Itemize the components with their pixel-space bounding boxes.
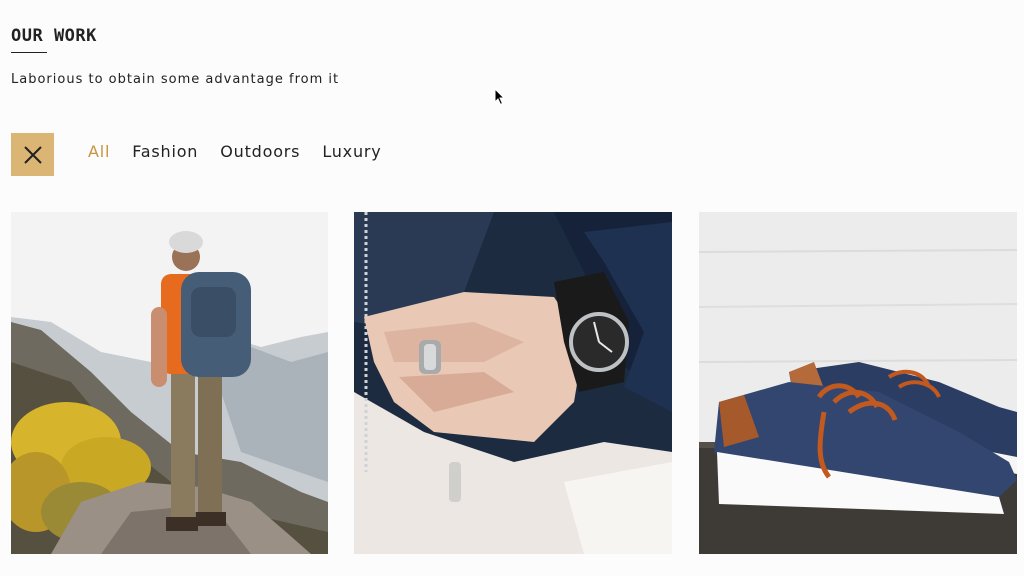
sneakers-image [699,212,1017,554]
watch-ring-image [354,212,672,554]
gallery-item-hiker[interactable] [11,212,328,554]
hiker-image [11,212,328,554]
filter-all[interactable]: All [88,142,110,161]
filter-outdoors[interactable]: Outdoors [220,142,300,161]
filter-toggle-button[interactable] [11,133,54,176]
gallery-item-fashion[interactable] [354,212,672,554]
filter-nav: All Fashion Outdoors Luxury [88,142,404,161]
mouse-cursor-icon [494,88,506,106]
filter-fashion[interactable]: Fashion [132,142,198,161]
section-title: OUR WORK [11,26,97,46]
gallery-item-sneakers[interactable] [699,212,1017,554]
title-underline [11,52,47,53]
section-subtitle: Laborious to obtain some advantage from … [11,72,340,87]
close-icon [23,145,42,164]
filter-luxury[interactable]: Luxury [322,142,381,161]
